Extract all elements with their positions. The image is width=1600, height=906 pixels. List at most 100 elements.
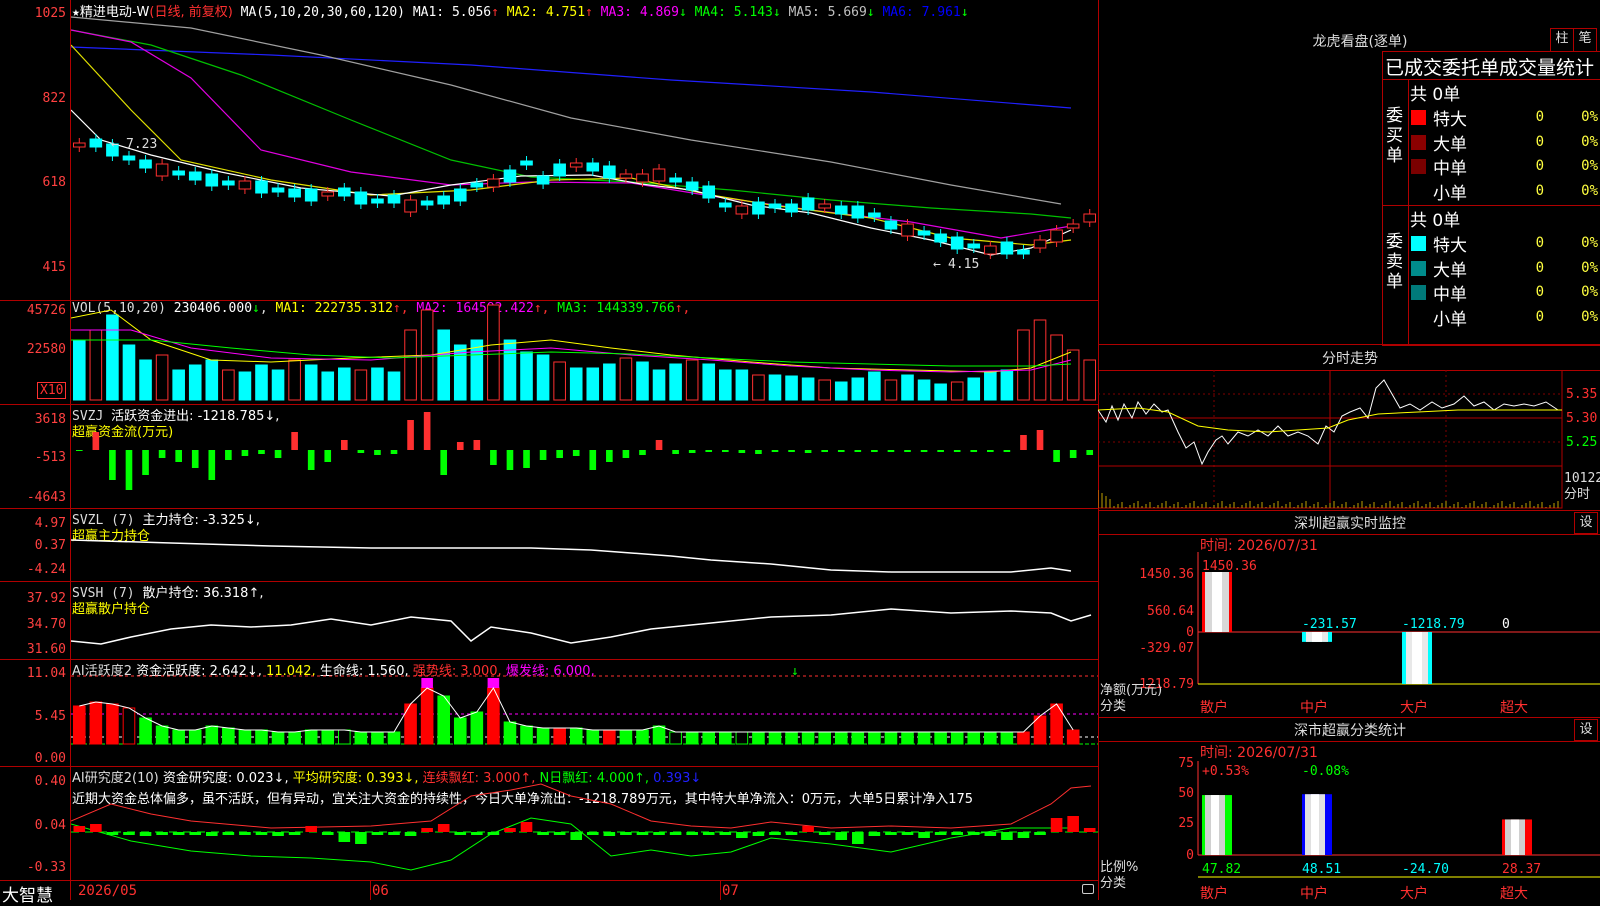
research-bar (305, 826, 317, 832)
flow-bar (655, 440, 663, 450)
volume-bar (1050, 334, 1063, 401)
flow-bar (970, 450, 978, 452)
classify-settings-button[interactable]: 设 (1574, 719, 1598, 741)
candle-body (851, 205, 865, 219)
classify-bar (1502, 819, 1532, 855)
intraday-chart[interactable]: 5.35 5.30 5.25 10122 分时 (1098, 370, 1600, 510)
activity-bar (652, 725, 666, 745)
research-bar (1001, 832, 1013, 840)
volume-bar (271, 369, 285, 401)
candle-body (569, 162, 583, 168)
category-percent: 0% (1581, 308, 1598, 325)
research-bar (454, 832, 467, 835)
volume-bar (1033, 319, 1047, 401)
volume-bar (155, 354, 169, 401)
svg-text:分时: 分时 (1564, 487, 1590, 502)
svsh-chart[interactable] (71, 581, 1098, 659)
research-bar (951, 832, 963, 835)
research-bar (984, 832, 997, 836)
research-bar (1050, 818, 1063, 832)
research-bar (90, 824, 102, 832)
candle-body (271, 187, 285, 193)
activity-bar (1017, 731, 1030, 745)
flow-bar (258, 450, 265, 454)
divider (1408, 79, 1409, 344)
vol-ma3-line (71, 339, 1072, 367)
volume-bar (404, 329, 417, 401)
y-tick-label: -4643 (26, 490, 66, 505)
classify-title: 深市超赢分类统计 (1294, 723, 1406, 739)
lock-icon[interactable] (1082, 884, 1094, 894)
activity-bar (553, 727, 566, 745)
activity-bar (868, 731, 881, 745)
research-bar (1083, 828, 1096, 832)
activity-bar (205, 725, 219, 745)
flow-bar (357, 450, 365, 453)
flow-bar (341, 440, 348, 450)
activity-bar (536, 727, 550, 745)
candle-body (1083, 213, 1097, 223)
candle-body (536, 175, 550, 185)
research-bar (471, 832, 483, 835)
volume-chart[interactable] (71, 300, 1098, 404)
svg-text:560.64: 560.64 (1147, 604, 1194, 619)
volume-bar (1000, 369, 1014, 401)
svzl-chart[interactable] (71, 508, 1098, 581)
flow-bar (539, 450, 547, 460)
divider (1098, 510, 1600, 511)
flow-bar (556, 450, 563, 458)
volume-bar (719, 369, 732, 401)
candle-body (371, 198, 384, 204)
volume-bar (768, 374, 782, 401)
classify-change-label: -0.08% (1302, 764, 1349, 779)
monitor-chart[interactable]: 1450.36 560.64 0 -329.07 -1218.79 净额(万元)… (1098, 552, 1600, 717)
flow-bar (109, 450, 116, 480)
volume-bar (950, 381, 964, 401)
ai2-y-axis: 0.40 0.04 -0.33 (0, 766, 70, 880)
flow-bar (606, 450, 613, 462)
flow-bar (804, 450, 812, 453)
activity-bar (304, 729, 318, 745)
flow-bar (871, 450, 878, 452)
y-tick-label: 1025 (34, 6, 66, 21)
activity-line (79, 687, 1074, 733)
flow-bar (589, 450, 597, 470)
y-tick-label: -513 (34, 450, 66, 465)
ai1-y-axis: 11.04 5.45 0.00 (0, 659, 70, 766)
candle-body (470, 182, 484, 188)
candle-body (785, 203, 798, 213)
candle-body (188, 171, 202, 181)
monitor-category-label: 超大 (1500, 700, 1528, 716)
research-bar (802, 826, 814, 832)
ai-research-chart[interactable] (71, 766, 1098, 880)
svg-text:分类: 分类 (1100, 699, 1126, 714)
category-swatch (1411, 134, 1426, 150)
candlestick-chart[interactable]: ← 7.23 ← 4.15 (71, 0, 1098, 300)
research-line-green (71, 817, 1071, 871)
brand-logo[interactable]: 大智慧 (2, 881, 53, 906)
research-bar (1034, 832, 1046, 835)
x-label-jun: 06 (372, 883, 389, 899)
svg-text:比例%: 比例% (1100, 860, 1138, 875)
flow-bar (1003, 450, 1011, 452)
svzj-chart[interactable] (71, 404, 1098, 508)
candle-body (404, 199, 417, 213)
activity-bar (619, 729, 633, 745)
candle-body (801, 197, 815, 211)
monitor-settings-button[interactable]: 设 (1574, 512, 1598, 534)
volume-bar (304, 364, 318, 401)
bar-mode-button[interactable]: 柱 (1550, 28, 1574, 52)
research-bar (868, 832, 881, 836)
ai-activity-chart[interactable]: ↓ (71, 659, 1098, 766)
candle-body (172, 170, 185, 176)
candle-body (934, 233, 947, 243)
classify-chart[interactable]: 75 50 25 0 比例% 分类 47.82 散户 48.51 中户 -24.70 大户… (1098, 757, 1600, 900)
y-tick-label: 822 (42, 91, 66, 106)
divider (1098, 534, 1600, 535)
research-bar (355, 832, 367, 844)
research-bar (520, 822, 533, 832)
svg-text:7.23: 7.23 (126, 137, 157, 152)
svg-text:75: 75 (1178, 757, 1194, 771)
pen-mode-button[interactable]: 笔 (1573, 28, 1597, 52)
svzl-line (71, 539, 1072, 573)
